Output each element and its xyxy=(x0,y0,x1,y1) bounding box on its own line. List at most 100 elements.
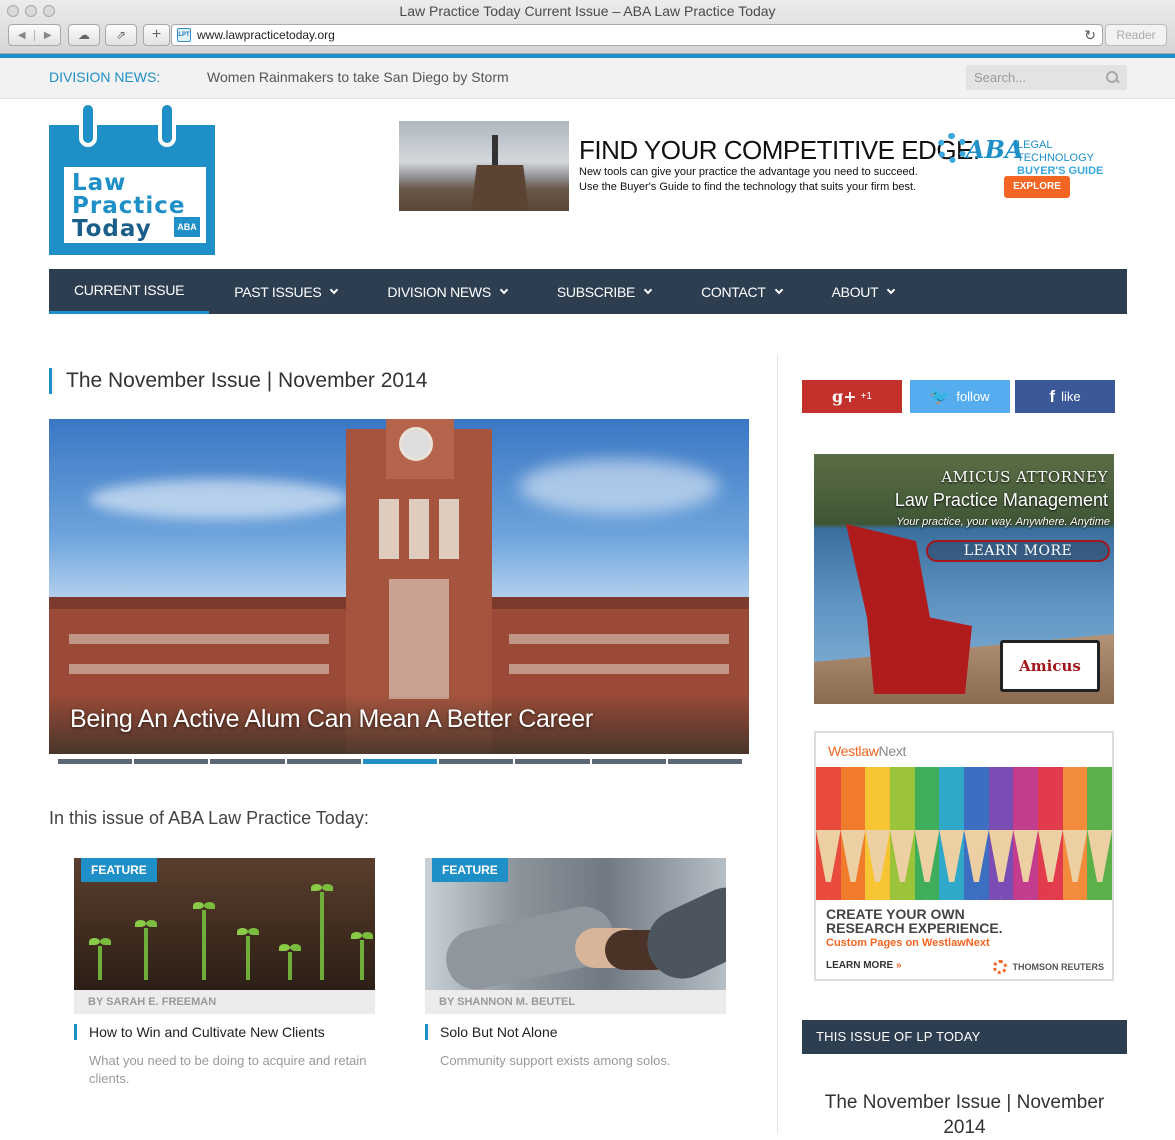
sprout-shape xyxy=(193,902,215,980)
pencil-shape xyxy=(1038,767,1063,900)
article-title[interactable]: How to Win and Cultivate New Clients xyxy=(74,1024,375,1040)
hero-window-row xyxy=(509,664,729,674)
article-image-sprouts[interactable]: FEATURE xyxy=(74,858,375,990)
westlaw-learn-more-link[interactable]: LEARN MORE » xyxy=(826,960,902,971)
chevron-down-icon xyxy=(330,285,339,294)
slider-page-indicator[interactable] xyxy=(210,759,285,764)
window-title: Law Practice Today Current Issue – ABA L… xyxy=(399,3,776,19)
logo-panel: Law Practice Today ABA xyxy=(64,167,206,243)
facebook-like-button[interactable]: f like xyxy=(1015,380,1115,413)
back-forward-buttons: ◀ ▶ xyxy=(8,24,61,46)
slider-page-indicator[interactable] xyxy=(134,759,209,764)
amicus-attorney-ad[interactable]: AMICUS ATTORNEY Law Practice Management … xyxy=(814,454,1114,704)
westlaw-headline: CREATE YOUR OWN RESEARCH EXPERIENCE. xyxy=(826,907,1003,935)
sidebar-divider xyxy=(777,355,778,1133)
section-heading: In this issue of ABA Law Practice Today: xyxy=(49,808,369,828)
ad-subtext-line-1: New tools can give your practice the adv… xyxy=(579,166,918,178)
slider-page-indicator[interactable] xyxy=(667,759,742,764)
hero-slider[interactable]: Being An Active Alum Can Mean A Better C… xyxy=(49,419,749,754)
icloud-tabs-button[interactable]: ☁ xyxy=(68,24,100,46)
double-chevron-right-icon: » xyxy=(896,960,902,971)
nav-label: CONTACT xyxy=(701,283,766,300)
hero-window-row xyxy=(69,634,329,644)
twitter-label: follow xyxy=(956,389,990,404)
slider-page-indicator[interactable] xyxy=(515,759,590,764)
thomson-reuters-logo: THOMSON REUTERS xyxy=(993,960,1104,974)
share-button[interactable]: ⇗ xyxy=(105,24,137,46)
explore-button[interactable]: EXPLORE xyxy=(1004,176,1070,198)
slider-page-indicator[interactable] xyxy=(362,759,438,764)
logo-line-3: Today xyxy=(72,216,152,242)
slider-page-indicator[interactable] xyxy=(591,759,666,764)
sprout-shape xyxy=(311,884,333,980)
twitter-follow-button[interactable]: 🐦 follow xyxy=(910,380,1010,413)
forward-arrow-icon[interactable]: ▶ xyxy=(34,29,60,41)
sprout-shape xyxy=(237,928,259,980)
site-logo[interactable]: Law Practice Today ABA xyxy=(49,101,215,255)
ad-brand-line-1: LEGAL TECHNOLOGY xyxy=(1017,139,1095,164)
twitter-bird-icon: 🐦 xyxy=(930,388,951,406)
reload-icon[interactable]: ↻ xyxy=(1084,27,1096,44)
article-image-handshake[interactable]: FEATURE xyxy=(425,858,726,990)
ad-brand: LEGAL TECHNOLOGY BUYER'S GUIDE xyxy=(1017,139,1127,178)
hero-window-row xyxy=(509,634,729,644)
nav-item-current-issue[interactable]: CURRENT ISSUE xyxy=(49,269,210,314)
new-tab-button[interactable]: + xyxy=(143,24,170,46)
nav-item-subscribe[interactable]: SUBSCRIBE xyxy=(532,269,676,314)
pencil-shape xyxy=(840,767,866,900)
nav-item-contact[interactable]: CONTACT xyxy=(676,269,807,314)
hero-caption[interactable]: Being An Active Alum Can Mean A Better C… xyxy=(70,705,593,734)
site-favicon-icon: LPT xyxy=(177,28,191,42)
nav-item-division-news[interactable]: DIVISION NEWS xyxy=(362,269,531,314)
buyers-guide-banner-ad[interactable]: FIND YOUR COMPETITIVE EDGE. New tools ca… xyxy=(399,121,1127,211)
url-text[interactable]: www.lawpracticetoday.org xyxy=(197,28,335,42)
pencil-shape xyxy=(1087,767,1112,900)
logo-line-1: Law xyxy=(72,170,127,196)
division-news-bar: DIVISION NEWS: Women Rainmakers to take … xyxy=(0,58,1175,99)
ad-subtext: New tools can give your practice the adv… xyxy=(579,165,918,195)
chevron-down-icon xyxy=(499,285,509,294)
address-bar[interactable]: LPT www.lawpracticetoday.org ↻ xyxy=(171,24,1103,46)
page-title: The November Issue | November 2014 xyxy=(49,368,427,394)
pencil-shape xyxy=(1013,767,1039,900)
facebook-label: like xyxy=(1061,389,1081,404)
nav-label: DIVISION NEWS xyxy=(387,283,491,300)
hero-window xyxy=(389,579,449,699)
article-description: Community support exists among solos. xyxy=(440,1053,671,1068)
search-box xyxy=(966,65,1127,90)
clock-icon xyxy=(399,427,433,461)
westlaw-logo-main: Westlaw xyxy=(828,743,879,759)
google-plus-icon: g+ xyxy=(832,387,857,406)
search-icon[interactable] xyxy=(1106,71,1119,84)
article-title[interactable]: Solo But Not Alone xyxy=(425,1024,726,1040)
slider-page-indicator[interactable] xyxy=(58,759,133,764)
slider-page-indicator[interactable] xyxy=(286,759,361,764)
calendar-ring-icon xyxy=(158,101,176,147)
feature-badge: FEATURE xyxy=(81,858,157,882)
nav-label: PAST ISSUES xyxy=(234,283,322,300)
westlaw-logo-suffix: Next xyxy=(878,743,907,759)
nav-item-past-issues[interactable]: PAST ISSUES xyxy=(209,269,362,314)
this-issue-widget-header: THIS ISSUE OF LP TODAY xyxy=(802,1020,1127,1054)
division-news-headline[interactable]: Women Rainmakers to take San Diego by St… xyxy=(207,69,509,85)
reader-button[interactable]: Reader xyxy=(1105,24,1167,46)
main-nav: CURRENT ISSUE PAST ISSUES DIVISION NEWS … xyxy=(49,269,1127,314)
sprout-shape xyxy=(135,920,157,980)
search-input[interactable] xyxy=(974,70,1094,85)
pencil-shape xyxy=(964,767,989,900)
westlaw-next-ad[interactable]: WestlawNext CREATE YOUR OWN RESEARCH EXP… xyxy=(814,731,1114,981)
back-arrow-icon[interactable]: ◀ xyxy=(9,30,34,41)
slider-page-indicator[interactable] xyxy=(439,759,514,764)
amicus-learn-more-button[interactable]: LEARN MORE xyxy=(926,540,1110,562)
plus-icon: + xyxy=(151,26,162,43)
colored-pencils-image xyxy=(816,767,1112,900)
hero-cloud xyxy=(89,479,349,519)
nav-item-about[interactable]: ABOUT xyxy=(807,269,920,314)
article-card[interactable]: FEATURE BY SARAH E. FREEMAN How to Win a… xyxy=(74,858,375,1088)
article-card[interactable]: FEATURE BY SHANNON M. BEUTEL Solo But No… xyxy=(425,858,726,1070)
amicus-tagline: Your practice, your way. Anywhere. Anyti… xyxy=(896,516,1110,528)
pencil-shape xyxy=(939,767,965,900)
google-plus-button[interactable]: g+ +1 xyxy=(802,380,902,413)
share-icon: ⇗ xyxy=(115,28,127,42)
hero-window xyxy=(439,499,459,559)
